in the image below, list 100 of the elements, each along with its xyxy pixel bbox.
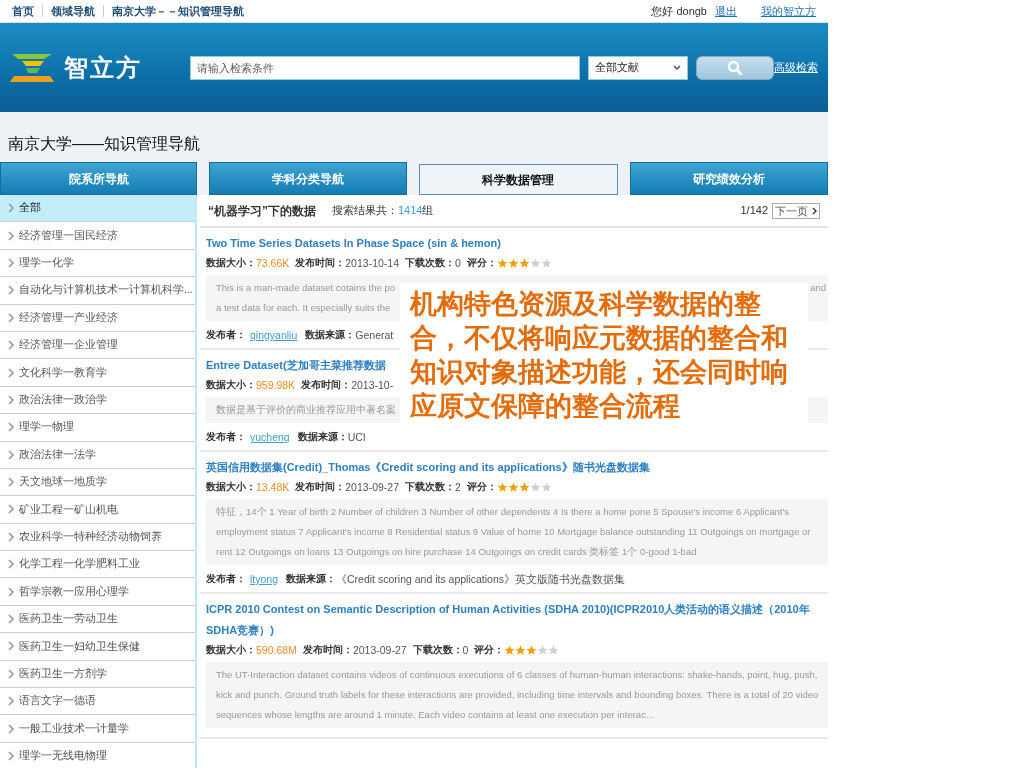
chevron-icon: [8, 422, 15, 433]
chevron-icon: [8, 477, 15, 488]
result-count: 搜索结果共：1414组: [332, 203, 434, 219]
field-label: 数据大小：: [206, 643, 256, 657]
next-page-button[interactable]: 下一页: [772, 202, 820, 219]
star-icon: [529, 481, 541, 493]
star-icon: [496, 481, 508, 493]
field-value: 0: [462, 643, 469, 658]
star-icon: [548, 644, 560, 656]
field-label: 发布时间：: [302, 643, 353, 657]
field-label: 数据大小：: [206, 480, 256, 494]
description-text: The UT-Interaction dataset contains videos of continuous executions of 6 classes of human-human interactions: shake-hands, point, hug, push, kick and punch. Ground truth labels for these interactions are provided, including time intervals and bounding boxes. There is a total of 20 video sequences whose lengths are around 1 minute. Each video contains at least one execution per interac...: [216, 669, 819, 720]
nav-tab[interactable]: 研究绩效分析: [629, 162, 828, 195]
chevron-icon: [8, 394, 15, 405]
field-value: UCI: [347, 430, 366, 445]
field-label: 发布者：: [206, 572, 246, 586]
star-icon: [529, 257, 541, 269]
field-value: 13.48K: [256, 480, 290, 495]
dataset-title-link[interactable]: Entree Dataset(芝加哥主菜推荐数据: [206, 355, 386, 376]
nav-link[interactable]: 首页: [12, 2, 34, 20]
star-icon: [507, 257, 519, 269]
nav-tab[interactable]: 学科分类导航: [209, 162, 408, 195]
chevron-icon: [8, 723, 15, 734]
scope-dropdown[interactable]: 全部文献: [588, 55, 688, 80]
search-button[interactable]: [696, 55, 774, 80]
field-label: 数据大小：: [206, 256, 256, 270]
star-icon: [518, 481, 530, 493]
advanced-search-link[interactable]: 高级检索: [774, 59, 818, 76]
field-value: 590.68M: [256, 643, 297, 658]
chevron-icon: [8, 230, 15, 241]
page-title: 南京大学——知识管理导航: [8, 134, 200, 154]
field-label: 数据大小：: [206, 378, 256, 392]
star-icon: [507, 481, 519, 493]
chevron-icon: [8, 312, 15, 323]
caret-icon: [673, 64, 681, 71]
dataset-title-link[interactable]: Two Time Series Datasets In Phase Space (sin & hemon): [206, 233, 501, 254]
chevron-icon: [8, 449, 15, 460]
logo-text: 智立方: [64, 52, 142, 83]
nav-link[interactable]: 南京大学－－知识管理导航: [112, 2, 244, 20]
field-value: 2013-10-14: [345, 256, 399, 271]
field-label: 数据来源：: [305, 328, 356, 342]
field-value: 0: [455, 256, 461, 271]
field-label: 发布时间：: [301, 378, 352, 392]
chevron-icon: [812, 206, 817, 215]
field-label: 发布者：: [206, 328, 246, 342]
field-value: 2: [455, 480, 461, 495]
field-label: 评分：: [466, 480, 497, 494]
field-label: 发布时间：: [295, 480, 346, 494]
dataset-title-link[interactable]: 英国信用数据集(Credit)_Thomas《Credit scoring and its applications》随书光盘数据集: [206, 457, 650, 478]
star-icon: [540, 481, 552, 493]
field-value: 959.98K: [256, 378, 296, 393]
chevron-icon: [8, 285, 15, 296]
description-text: 特征，14个 1 Year of birth 2 Number of children 3 Number of other dependents 4 Is there a home pone 5 Spouse's income 6 Applicant's employment status 7 Applicant's income 8 Residential status 9 Value of home 10 Mortgage balance outstanding 11 Outgoings on mortgage or rent 12 Outgoings on loans 13 Outgoings on hire purchase 14 Outgoings on credit cards 类标签 1个 0-good 1-bad: [216, 506, 811, 557]
chevron-icon: [8, 559, 15, 570]
field-label: 发布者：: [206, 430, 246, 444]
chevron-icon: [8, 696, 15, 707]
field-value: 2013-10-: [351, 378, 394, 393]
chevron-icon: [8, 367, 15, 378]
star-icon: [526, 644, 538, 656]
results-title: “机器学习”下的数据: [208, 202, 316, 220]
search-field[interactable]: 请输入检索条件: [190, 55, 580, 80]
sidebar-header: 院系所导航: [0, 162, 197, 195]
description-text: and: [810, 281, 826, 295]
field-label: 发布时间：: [295, 256, 346, 270]
chevron-icon: [8, 203, 15, 214]
star-icon: [515, 644, 527, 656]
field-label: 数据来源：: [286, 572, 337, 586]
star-icon: [540, 257, 552, 269]
field-label: 评分：: [474, 643, 505, 657]
field-value: 2013-09-27: [345, 480, 399, 495]
field-label: 下载次数：: [405, 256, 455, 270]
field-value: Generat: [355, 328, 394, 343]
chevron-icon: [8, 531, 15, 542]
chevron-icon: [8, 668, 15, 679]
field-value: 73.66K: [256, 256, 290, 271]
search-icon: [727, 59, 743, 76]
logout-link[interactable]: 退出: [715, 2, 737, 20]
account-link[interactable]: 我的智立方: [761, 2, 816, 20]
chevron-icon: [8, 751, 15, 761]
star-icon: [537, 644, 549, 656]
page-indicator: 1/142: [740, 203, 768, 219]
field-label: 下载次数：: [405, 480, 455, 494]
star-icon: [504, 644, 516, 656]
field-label: 评分：: [466, 256, 497, 270]
sidebar-item[interactable]: 全部: [0, 195, 195, 223]
chevron-icon: [8, 257, 15, 268]
field-label: 下载次数：: [412, 643, 463, 657]
greeting-text: 您好 dongb: [651, 3, 707, 19]
nav-link[interactable]: 领域导航: [51, 2, 95, 20]
description-text: a test data for each. It especially suits the: [216, 301, 391, 315]
chevron-icon: [8, 614, 15, 625]
description-text: 数据是基于评价的商业推荐应用中著名案: [216, 403, 396, 417]
field-label: 数据来源：: [297, 430, 348, 444]
star-icon: [518, 257, 530, 269]
chevron-icon: [8, 641, 15, 652]
dataset-title-link[interactable]: ICPR 2010 Contest on Semantic Description of Human Activities (SDHA 2010)(ICPR2010人类活动的语义描述（2010年SDHA竞赛）): [206, 599, 828, 641]
nav-tab[interactable]: 科学数据管理: [419, 164, 618, 195]
field-value: 2013-09-27: [352, 643, 407, 658]
chevron-icon: [8, 340, 15, 351]
chevron-icon: [8, 586, 15, 597]
